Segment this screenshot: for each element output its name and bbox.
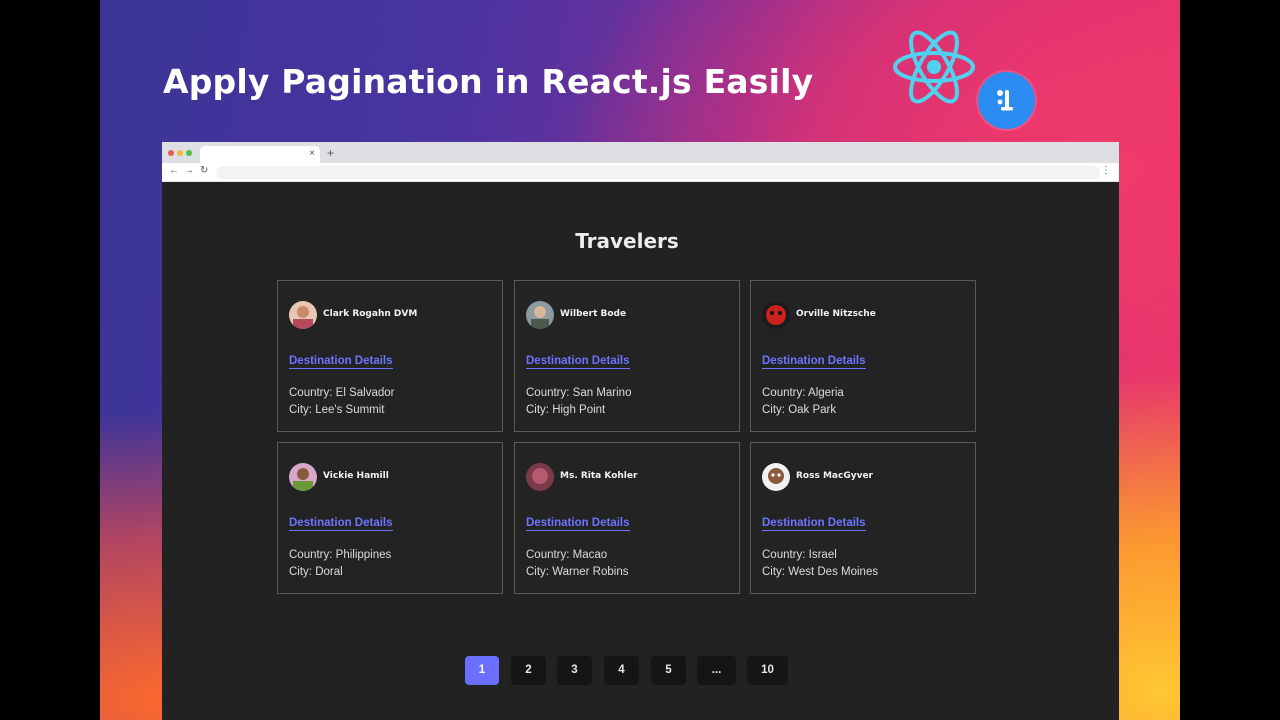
avatar: [526, 301, 554, 329]
traveler-country: Country: Philippines: [289, 549, 392, 561]
page-button-1[interactable]: 1: [465, 656, 499, 685]
maximize-window-dot[interactable]: [186, 150, 192, 156]
traveler-city: City: Warner Robins: [526, 566, 629, 578]
traveler-country: Country: Algeria: [762, 387, 844, 399]
video-frame: Apply Pagination in React.js Easily × +: [100, 0, 1180, 720]
destination-details-link[interactable]: Destination Details: [526, 355, 630, 369]
page-button-5[interactable]: 5: [651, 656, 686, 685]
traveler-city: City: West Des Moines: [762, 566, 879, 578]
page-ellipsis: ...: [697, 656, 736, 685]
avatar: [289, 301, 317, 329]
avatar: [289, 463, 317, 491]
browser-window: × + ← → ↻ ⋮ Travelers Clark Rogahn DVM D…: [162, 142, 1119, 720]
traveler-card: Ross MacGyver Destination Details Countr…: [750, 442, 976, 594]
browser-tab-bar: × +: [162, 142, 1119, 163]
traveler-city: City: Oak Park: [762, 404, 837, 416]
traveler-card: Wilbert Bode Destination Details Country…: [514, 280, 740, 432]
avatar: [762, 463, 790, 491]
destination-details-link[interactable]: Destination Details: [762, 355, 866, 369]
traveler-country: Country: San Marino: [526, 387, 632, 399]
browser-menu-icon[interactable]: ⋮: [1101, 165, 1111, 176]
traveler-city: City: Doral: [289, 566, 343, 578]
destination-details-link[interactable]: Destination Details: [289, 355, 393, 369]
close-window-dot[interactable]: [168, 150, 174, 156]
traveler-name: Clark Rogahn DVM: [323, 309, 418, 319]
destination-details-link[interactable]: Destination Details: [526, 517, 630, 531]
minimize-window-dot[interactable]: [177, 150, 183, 156]
traveler-card: Vickie Hamill Destination Details Countr…: [277, 442, 503, 594]
traveler-city: City: High Point: [526, 404, 606, 416]
tab-close-icon[interactable]: ×: [309, 148, 315, 159]
video-headline: Apply Pagination in React.js Easily: [163, 62, 814, 101]
traveler-card: Orville Nitzsche Destination Details Cou…: [750, 280, 976, 432]
app-page: Travelers Clark Rogahn DVM Destination D…: [162, 182, 1119, 720]
traveler-card: Ms. Rita Kohler Destination Details Coun…: [514, 442, 740, 594]
browser-tab[interactable]: ×: [200, 146, 320, 163]
destination-details-link[interactable]: Destination Details: [289, 517, 393, 531]
page-title: Travelers: [575, 229, 679, 253]
page-button-4[interactable]: 4: [604, 656, 639, 685]
page-button-2[interactable]: 2: [511, 656, 546, 685]
new-tab-icon[interactable]: +: [327, 146, 334, 160]
avatar: [526, 463, 554, 491]
page-button-3[interactable]: 3: [557, 656, 592, 685]
traveler-country: Country: El Salvador: [289, 387, 395, 399]
traveler-name: Vickie Hamill: [323, 471, 389, 481]
avatar: [762, 301, 790, 329]
url-input[interactable]: [216, 166, 1100, 179]
forward-icon[interactable]: →: [184, 165, 194, 176]
reload-icon[interactable]: ↻: [200, 165, 208, 176]
traveler-name: Wilbert Bode: [560, 309, 627, 319]
page-button-10[interactable]: 10: [747, 656, 788, 685]
traveler-country: Country: Israel: [762, 549, 837, 561]
browser-address-bar: ← → ↻ ⋮: [162, 163, 1119, 182]
traveler-country: Country: Macao: [526, 549, 608, 561]
back-icon[interactable]: ←: [169, 165, 179, 176]
brand-badge-icon: [978, 72, 1035, 129]
traveler-name: Ross MacGyver: [796, 471, 873, 481]
traveler-card: Clark Rogahn DVM Destination Details Cou…: [277, 280, 503, 432]
react-atom-icon: [893, 30, 975, 104]
traveler-city: City: Lee's Summit: [289, 404, 385, 416]
traveler-name: Orville Nitzsche: [796, 309, 876, 319]
traveler-name: Ms. Rita Kohler: [560, 471, 638, 481]
destination-details-link[interactable]: Destination Details: [762, 517, 866, 531]
